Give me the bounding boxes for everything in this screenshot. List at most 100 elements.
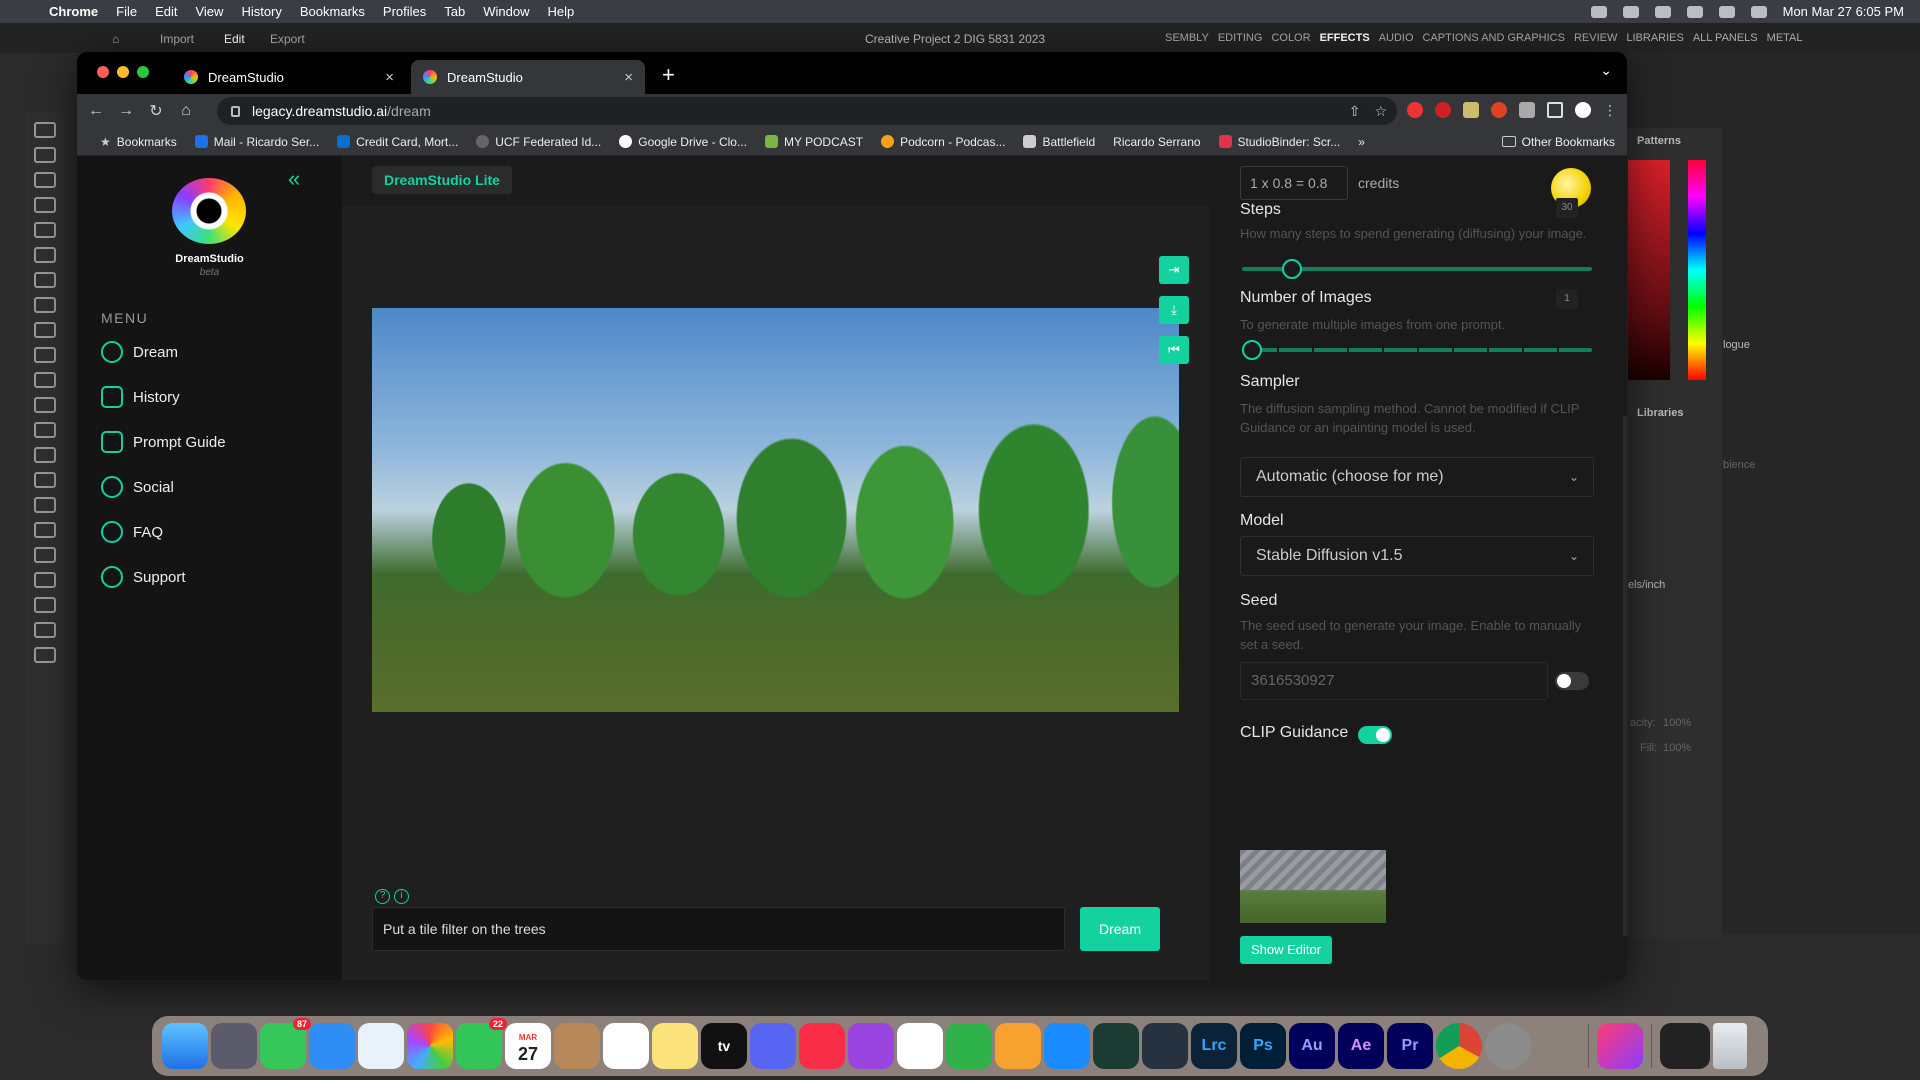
browser-tab-active[interactable]: DreamStudio × (411, 60, 645, 94)
collapse-sidebar-icon[interactable]: « (288, 166, 300, 192)
smudge-tool-icon[interactable] (34, 447, 56, 463)
premiere-pro-icon[interactable]: Pr (1387, 1023, 1433, 1069)
chrome-menu-icon[interactable]: ⋮ (1603, 102, 1617, 119)
quick-select-tool-icon[interactable] (34, 197, 56, 213)
frame-tool-icon[interactable] (34, 247, 56, 263)
side-panel-icon[interactable] (1547, 102, 1563, 118)
menu-edit[interactable]: Edit (146, 4, 186, 19)
model-select[interactable]: Stable Diffusion v1.5 ⌄ (1240, 536, 1594, 576)
bookmark-item[interactable]: Credit Card, Mort... (328, 135, 467, 149)
home-icon[interactable]: ⌂ (112, 32, 119, 46)
hand-tool-icon[interactable] (34, 597, 56, 613)
reminders-icon[interactable] (603, 1023, 649, 1069)
path-select-tool-icon[interactable] (34, 547, 56, 563)
control-center-icon[interactable] (1718, 5, 1735, 18)
workspace-assembly[interactable]: SEMBLY (1165, 32, 1209, 44)
rewind-icon[interactable]: ⏮ (1159, 336, 1189, 364)
close-tab-icon[interactable]: × (385, 69, 394, 86)
davinci-resolve-icon[interactable] (1142, 1023, 1188, 1069)
paint-bucket-tool-icon[interactable] (34, 422, 56, 438)
opacity-value[interactable]: 100% (1663, 717, 1691, 729)
seed-toggle[interactable] (1555, 672, 1589, 690)
bookmark-item[interactable]: ★ Bookmarks (91, 135, 186, 149)
healing-tool-icon[interactable] (34, 297, 56, 313)
photos-icon[interactable] (407, 1023, 453, 1069)
spotlight-search-icon[interactable] (1686, 5, 1703, 18)
extension-icon[interactable] (1407, 102, 1423, 118)
address-bar[interactable]: legacy.dreamstudio.ai/dream ⇧ ☆ (217, 97, 1397, 125)
dodge-tool-icon[interactable] (34, 472, 56, 488)
seed-input[interactable]: 3616530927 (1240, 662, 1548, 700)
workspace-effects[interactable]: EFFECTS (1320, 32, 1370, 44)
bookmark-item[interactable]: Battlefield (1014, 135, 1104, 149)
zoom-window-button[interactable] (137, 66, 149, 78)
download-icon[interactable]: ⤓ (1159, 296, 1189, 324)
menu-file[interactable]: File (107, 4, 146, 19)
reload-icon[interactable]: ↻ (141, 101, 171, 121)
premiere-edit[interactable]: Edit (224, 32, 245, 46)
zoom-tool-icon[interactable] (34, 622, 56, 638)
crop-tool-icon[interactable] (34, 222, 56, 238)
chrome-icon[interactable] (1436, 1023, 1482, 1069)
profile-avatar-icon[interactable] (1575, 102, 1591, 118)
back-icon[interactable]: ← (81, 102, 111, 120)
bookmark-item[interactable]: StudioBinder: Scr... (1210, 135, 1350, 149)
finder-icon[interactable] (162, 1023, 208, 1069)
facetime-icon[interactable]: 22 (456, 1018, 507, 1069)
bookmark-item[interactable]: Ricardo Serrano (1104, 135, 1209, 149)
workspace-captions[interactable]: CAPTIONS AND GRAPHICS (1423, 32, 1565, 44)
workspace-color[interactable]: COLOR (1271, 32, 1310, 44)
hue-slider[interactable] (1688, 160, 1706, 380)
info-icon[interactable]: i (394, 889, 409, 904)
eyedropper-tool-icon[interactable] (34, 272, 56, 288)
nav-social[interactable]: Social (101, 476, 174, 498)
expand-sidebar-icon[interactable]: ⇥ (1159, 256, 1189, 284)
creative-cloud-icon[interactable] (1590, 5, 1607, 18)
podcasts-icon[interactable] (848, 1023, 894, 1069)
trash-icon[interactable] (1713, 1023, 1747, 1069)
siri-icon[interactable] (1750, 5, 1767, 18)
lock-icon[interactable] (231, 105, 240, 117)
audition-icon[interactable]: Au (1289, 1023, 1335, 1069)
wifi-icon[interactable] (1654, 5, 1671, 18)
menu-help[interactable]: Help (539, 4, 584, 19)
messages-icon[interactable]: 87 (260, 1018, 311, 1069)
marquee-tool-icon[interactable] (34, 147, 56, 163)
pen-tool-icon[interactable] (34, 497, 56, 513)
more-tools-icon[interactable] (34, 647, 56, 663)
system-settings-icon[interactable] (1485, 1023, 1531, 1069)
fill-value[interactable]: 100% (1663, 742, 1691, 754)
number-of-images-slider[interactable] (1242, 340, 1592, 360)
workspace-review[interactable]: REVIEW (1574, 32, 1617, 44)
menu-history[interactable]: History (232, 4, 290, 19)
bookmark-item[interactable]: Podcorn - Podcas... (872, 135, 1014, 149)
workspace-libraries[interactable]: LIBRARIES (1626, 32, 1683, 44)
nav-dream[interactable]: Dream (101, 341, 178, 363)
settings-scrollbar[interactable] (1623, 416, 1627, 936)
discord-icon[interactable] (750, 1023, 796, 1069)
generated-image[interactable] (372, 308, 1179, 712)
mail-icon[interactable] (309, 1023, 355, 1069)
premiere-export[interactable]: Export (270, 32, 305, 46)
dreamstudio-lite-badge[interactable]: DreamStudio Lite (372, 166, 512, 194)
gmail-extension-icon[interactable] (1435, 102, 1451, 118)
bookmark-star-icon[interactable]: ☆ (1374, 103, 1387, 120)
history-brush-tool-icon[interactable] (34, 372, 56, 388)
color-picker-field[interactable] (1628, 160, 1670, 380)
bookmark-item[interactable]: MY PODCAST (756, 135, 872, 149)
numbers-icon[interactable] (946, 1023, 992, 1069)
share-icon[interactable]: ⇧ (1349, 103, 1361, 120)
stadium-icon[interactable] (1534, 1023, 1580, 1069)
music-icon[interactable] (799, 1023, 845, 1069)
line-tool-icon[interactable] (34, 572, 56, 588)
menu-window[interactable]: Window (474, 4, 538, 19)
steps-slider[interactable] (1242, 259, 1592, 279)
nav-prompt-guide[interactable]: Prompt Guide (101, 431, 226, 453)
launchpad-icon[interactable] (211, 1023, 257, 1069)
brush-tool-icon[interactable] (34, 322, 56, 338)
pages-icon[interactable] (995, 1023, 1041, 1069)
lasso-tool-icon[interactable] (34, 172, 56, 188)
patterns-panel-tab[interactable]: Patterns (1637, 135, 1681, 147)
home-button-icon[interactable]: ⌂ (171, 102, 201, 120)
bookmarks-overflow[interactable]: » (1349, 135, 1374, 149)
